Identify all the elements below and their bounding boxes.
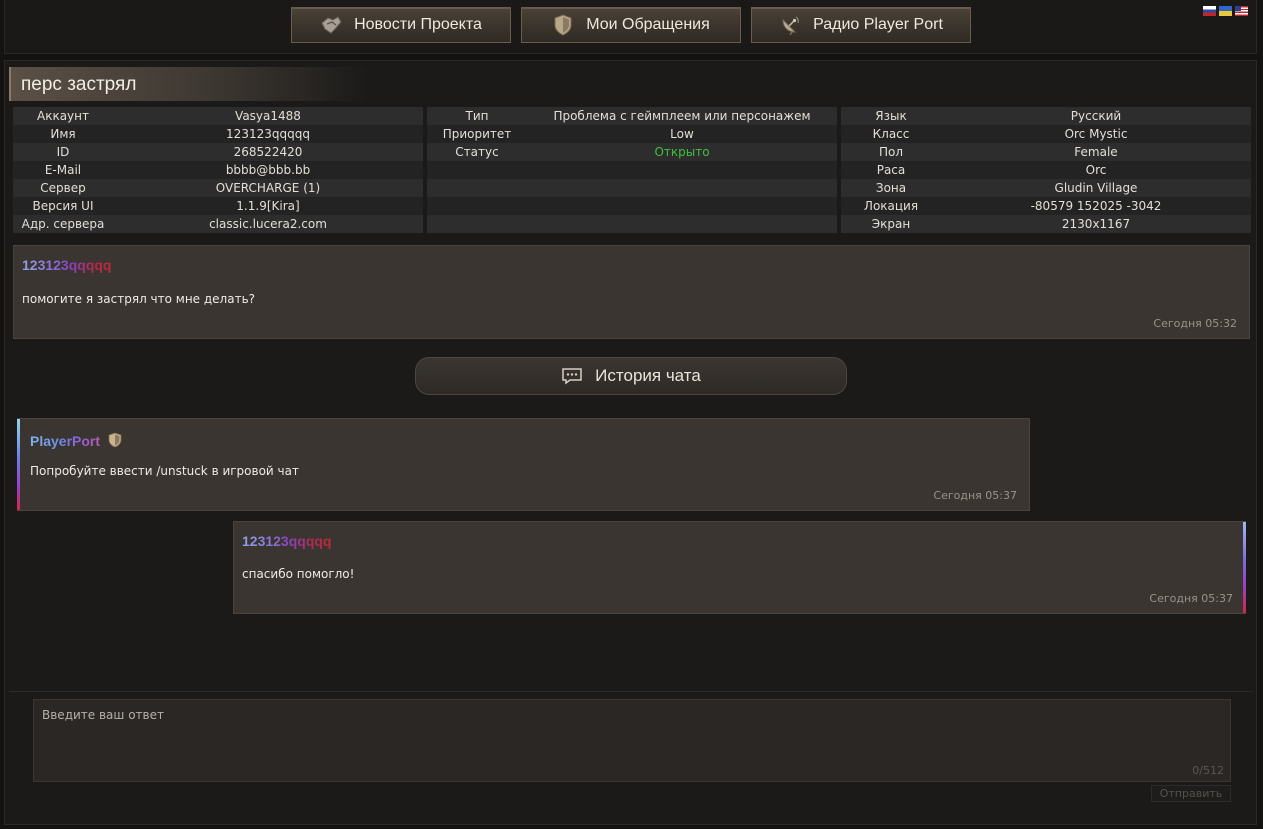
send-button[interactable]: Отправить (1151, 785, 1231, 802)
info-row: Адр. сервера classic.lucera2.com (13, 215, 423, 233)
info-value: Low (670, 127, 694, 141)
info-key: Экран (871, 217, 911, 231)
info-key: Версия UI (32, 199, 94, 213)
chat-divider (9, 691, 1253, 692)
info-value: 1.1.9[Kira] (236, 199, 300, 213)
info-value: Vasya1488 (235, 109, 301, 123)
message-accent-bar (1243, 522, 1246, 613)
info-key: Локация (863, 199, 919, 213)
info-row: Аккаунт Vasya1488 (13, 107, 423, 125)
message-text: Попробуйте ввести /unstuck в игровой чат (30, 464, 299, 478)
chat-history-label: История чата (595, 366, 701, 385)
info-row-empty (427, 197, 837, 215)
info-key: Статус (455, 145, 499, 159)
info-row: Зона Gludin Village (841, 179, 1251, 197)
info-key: Пол (878, 145, 904, 159)
flag-us-icon[interactable] (1235, 6, 1248, 16)
info-value: Female (1074, 145, 1118, 159)
info-key: Класс (872, 127, 910, 141)
ticket-title-bar: перс застрял (9, 67, 369, 101)
info-key: Имя (50, 127, 76, 141)
flag-ua-icon[interactable] (1219, 6, 1232, 16)
info-row: Экран 2130x1167 (841, 215, 1251, 233)
chat-history-button[interactable]: История чата (415, 357, 847, 395)
info-value: Русский (1070, 109, 1122, 123)
info-value: OVERCHARGE (1) (215, 181, 321, 195)
satellite-dish-icon (779, 14, 801, 36)
ticket-title: перс застрял (21, 74, 137, 95)
info-value: 123123qqqqq (226, 127, 310, 141)
news-button[interactable]: Новости Проекта (291, 7, 511, 43)
message-author: 123123qqqqq (242, 533, 332, 549)
info-value: Orc Mystic (1064, 127, 1128, 141)
message-author: PlayerPort (30, 433, 101, 449)
char-counter: 0/512 (1192, 764, 1224, 777)
info-value: 268522420 (233, 145, 303, 159)
chat-bubble-icon (561, 367, 583, 385)
info-value: 2130x1167 (1061, 217, 1131, 231)
message-time: Сегодня 05:37 (933, 489, 1017, 502)
ticket-info-grid: Аккаунт Vasya1488 Имя 123123qqqqq ID 268522… (13, 107, 1251, 233)
original-message: 123123qqqqq помогите я застрял что мне д… (13, 245, 1250, 339)
info-row-empty (427, 161, 837, 179)
info-value: classic.lucera2.com (209, 217, 327, 231)
message-text: спасибо помогло! (242, 567, 355, 581)
info-row: Локация -80579 152025 -3042 (841, 197, 1251, 215)
shield-icon (552, 14, 574, 36)
reply-input[interactable]: Введите ваш ответ 0/512 (33, 699, 1231, 782)
info-row: Раса Orc (841, 161, 1251, 179)
info-value: bbbb@bbb.bb (225, 163, 311, 177)
info-row: Язык Русский (841, 107, 1251, 125)
shield-badge-icon (108, 432, 122, 452)
top-navigation: Новости Проекта Мои Обращения Радио Play… (4, 0, 1257, 54)
my-tickets-button[interactable]: Мои Обращения (521, 7, 741, 43)
news-button-label: Новости Проекта (354, 16, 482, 33)
info-value: Orc (1085, 163, 1107, 177)
info-key: E-Mail (44, 163, 82, 177)
info-value: -80579 152025 -3042 (1030, 199, 1162, 213)
info-row: Приоритет Low (427, 125, 837, 143)
info-row: Класс Orc Mystic (841, 125, 1251, 143)
info-row: ID 268522420 (13, 143, 423, 161)
ticket-panel: перс застрял Аккаунт Vasya1488 Имя 123123q… (4, 60, 1257, 825)
my-tickets-button-label: Мои Обращения (586, 16, 710, 33)
info-row: Версия UI 1.1.9[Kira] (13, 197, 423, 215)
message-accent-bar (17, 419, 20, 510)
info-column-character: Язык Русский Класс Orc Mystic Пол Female Ра… (841, 107, 1251, 233)
info-key: Аккаунт (37, 109, 89, 123)
info-row: Пол Female (841, 143, 1251, 161)
info-column-account: Аккаунт Vasya1488 Имя 123123qqqqq ID 268522… (13, 107, 423, 233)
message-author: 123123qqqqq (22, 257, 112, 273)
info-row: E-Mail bbbb@bbb.bb (13, 161, 423, 179)
staff-message: PlayerPort Попробуйте ввести /unstuck в … (17, 418, 1030, 511)
message-time: Сегодня 05:32 (1153, 317, 1237, 330)
info-row: Статус Открыто (427, 143, 837, 161)
info-key: Сервер (40, 181, 86, 195)
radio-button[interactable]: Радио Player Port (751, 7, 971, 43)
info-key: Приоритет (442, 127, 512, 141)
language-switcher (1203, 6, 1248, 16)
info-key: Зона (875, 181, 907, 195)
flag-ru-icon[interactable] (1203, 6, 1216, 16)
radio-button-label: Радио Player Port (813, 16, 943, 33)
info-row: Тип Проблема с геймплеем или персонажем (427, 107, 837, 125)
status-value: Открыто (654, 145, 710, 159)
info-key: Раса (876, 163, 906, 177)
info-value: Gludin Village (1054, 181, 1138, 195)
info-row: Имя 123123qqqqq (13, 125, 423, 143)
message-text: помогите я застрял что мне делать? (22, 292, 256, 306)
user-message: 123123qqqqq спасибо помогло! Сегодня 05:… (233, 521, 1246, 614)
info-key: ID (56, 145, 70, 159)
info-row-empty (427, 215, 837, 233)
info-row-empty (427, 179, 837, 197)
info-key: Адр. сервера (21, 217, 105, 231)
info-value: Проблема с геймплеем или персонажем (553, 109, 811, 123)
info-column-ticket: Тип Проблема с геймплеем или персонажем П… (427, 107, 837, 233)
handshake-icon (320, 14, 342, 36)
info-key: Язык (875, 109, 907, 123)
message-time: Сегодня 05:37 (1149, 592, 1233, 605)
info-key: Тип (465, 109, 489, 123)
info-row: Сервер OVERCHARGE (1) (13, 179, 423, 197)
reply-placeholder: Введите ваш ответ (42, 708, 164, 722)
